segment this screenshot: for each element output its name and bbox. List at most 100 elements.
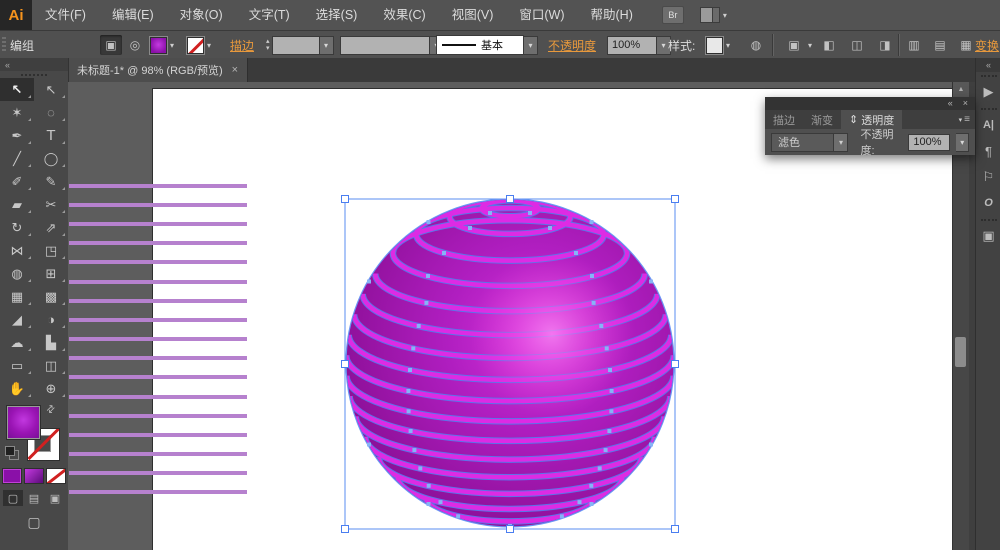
ellipse-tool[interactable]: ◯: [34, 147, 68, 170]
artwork-line[interactable]: [69, 375, 247, 379]
artwork-line[interactable]: [69, 337, 247, 341]
artwork-line[interactable]: [69, 299, 247, 303]
collapse-panel-icon[interactable]: «: [948, 97, 953, 110]
character-panel-icon[interactable]: A|: [976, 112, 1000, 138]
distribute-bottom-button[interactable]: ▦: [955, 35, 977, 55]
artwork-line[interactable]: [69, 318, 247, 322]
fill-color-swatch[interactable]: [150, 37, 167, 54]
fill-color-caret[interactable]: ▾: [170, 41, 174, 50]
document-info-globe-icon[interactable]: ◍: [745, 35, 767, 55]
lasso-tool[interactable]: ◌: [34, 101, 68, 124]
paragraph-panel-icon[interactable]: ¶: [976, 138, 1000, 164]
menu-effect[interactable]: 效果(C): [370, 0, 438, 30]
rotate-tool[interactable]: ↻: [0, 216, 34, 239]
symbol-sprayer-tool[interactable]: ☁: [0, 331, 34, 354]
style-caret[interactable]: ▾: [726, 41, 730, 50]
pen-tool[interactable]: ✒: [0, 124, 34, 147]
tab-transparency[interactable]: ⇕ 透明度: [841, 110, 902, 129]
opentype-panel-icon[interactable]: O: [976, 190, 1000, 216]
swap-fill-stroke-icon[interactable]: ⇄: [44, 403, 58, 417]
artwork-line[interactable]: [69, 433, 247, 437]
artwork-line[interactable]: [69, 280, 247, 284]
distribute-v-center-button[interactable]: ▤: [929, 35, 951, 55]
menu-select[interactable]: 选择(S): [303, 0, 371, 30]
stroke-weight-stepper[interactable]: ▴▾: [266, 39, 270, 52]
artwork-line[interactable]: [69, 452, 247, 456]
artwork-line[interactable]: [69, 203, 247, 207]
menu-file[interactable]: 文件(F): [32, 0, 99, 30]
bridge-button[interactable]: Br: [662, 6, 684, 24]
menu-window[interactable]: 窗口(W): [506, 0, 577, 30]
align-to-caret[interactable]: ▾: [808, 41, 812, 50]
collapse-panel-icon[interactable]: «: [0, 58, 68, 71]
zoom-tool[interactable]: ⊕: [34, 377, 68, 400]
selection-tool[interactable]: ↖: [0, 78, 34, 101]
column-graph-tool[interactable]: ▙: [34, 331, 68, 354]
free-transform-tool[interactable]: ◳: [34, 239, 68, 262]
close-icon[interactable]: ×: [232, 64, 238, 76]
blend-tool[interactable]: ◑: [34, 308, 68, 331]
expand-panels-icon[interactable]: «: [976, 58, 1000, 72]
fill-indicator[interactable]: [7, 406, 40, 439]
document-tab[interactable]: 未标题-1* @ 98% (RGB/预览) ×: [68, 58, 248, 82]
pencil-tool[interactable]: ✎: [34, 170, 68, 193]
stroke-weight-field[interactable]: [272, 36, 320, 55]
scissors-tool[interactable]: ✂: [34, 193, 68, 216]
draw-normal-button[interactable]: ▢: [3, 490, 23, 506]
type-tool[interactable]: T: [34, 124, 68, 147]
opacity-field[interactable]: 100%: [607, 36, 657, 55]
magic-wand-tool[interactable]: ✶: [0, 101, 34, 124]
style-swatch[interactable]: [706, 37, 723, 54]
sphere-artwork[interactable]: [340, 194, 680, 534]
screen-mode-button[interactable]: ▢: [0, 514, 68, 531]
hand-tool[interactable]: ✋: [0, 377, 34, 400]
stroke-weight-caret[interactable]: ▾: [320, 36, 334, 55]
gradient-button[interactable]: [24, 468, 44, 484]
eyedropper-tool[interactable]: ◢: [0, 308, 34, 331]
chevron-down-icon[interactable]: ▾: [833, 134, 847, 151]
menu-help[interactable]: 帮助(H): [578, 0, 646, 30]
artwork-line[interactable]: [69, 260, 247, 264]
slice-tool[interactable]: ◫: [34, 354, 68, 377]
menu-type[interactable]: 文字(T): [236, 0, 303, 30]
artwork-line[interactable]: [69, 490, 247, 494]
panel-opacity-field[interactable]: 100%: [908, 134, 950, 151]
transform-panel-link[interactable]: 变换: [975, 37, 999, 54]
panel-opacity-caret[interactable]: ▾: [956, 133, 969, 152]
workspace-switcher[interactable]: ▾: [700, 7, 727, 23]
width-tool[interactable]: ⋈: [0, 239, 34, 262]
variable-width-profile-field[interactable]: [340, 36, 430, 55]
panel-gripper[interactable]: [21, 74, 47, 76]
artwork-line[interactable]: [69, 395, 247, 399]
actions-panel-icon[interactable]: ▶: [976, 79, 1000, 105]
stroke-color-swatch[interactable]: [187, 37, 204, 54]
brush-definition-box[interactable]: 基本: [436, 35, 524, 55]
menu-view[interactable]: 视图(V): [439, 0, 507, 30]
draw-behind-button[interactable]: ▤: [24, 490, 44, 506]
mesh-tool[interactable]: ▦: [0, 285, 34, 308]
scale-tool[interactable]: ⇗: [34, 216, 68, 239]
align-right-button[interactable]: ◨: [874, 35, 896, 55]
panel-gripper[interactable]: [2, 37, 6, 53]
draw-inside-button[interactable]: ▣: [45, 490, 65, 506]
shape-builder-tool[interactable]: ◍: [0, 262, 34, 285]
panel-gripper[interactable]: [981, 108, 997, 110]
artwork-line[interactable]: [69, 356, 247, 360]
gradient-tool[interactable]: ▩: [34, 285, 68, 308]
opacity-panel-link[interactable]: 不透明度: [548, 37, 596, 54]
brush-definition-caret[interactable]: ▾: [524, 36, 538, 55]
default-fill-stroke-icon[interactable]: [5, 446, 18, 459]
eraser-tool[interactable]: ▰: [0, 193, 34, 216]
tab-stroke[interactable]: 描边: [765, 110, 803, 129]
artwork-line[interactable]: [69, 222, 247, 226]
direct-selection-tool[interactable]: ↖: [34, 78, 68, 101]
color-button[interactable]: [2, 468, 22, 484]
panel-gripper[interactable]: [981, 219, 997, 221]
paragraph-styles-panel-icon[interactable]: ⚐: [976, 164, 1000, 190]
align-left-button[interactable]: ◧: [818, 35, 840, 55]
line-segment-tool[interactable]: ╱: [0, 147, 34, 170]
distribute-top-button[interactable]: ▥: [903, 35, 925, 55]
close-icon[interactable]: ×: [963, 97, 968, 110]
artwork-line[interactable]: [69, 184, 247, 188]
none-button[interactable]: [46, 468, 66, 484]
